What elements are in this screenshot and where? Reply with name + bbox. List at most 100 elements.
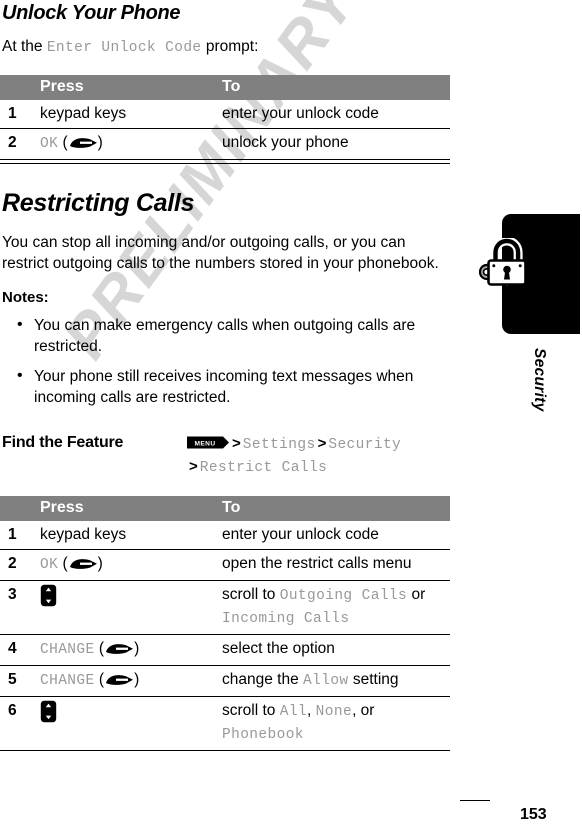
step-to: enter your unlock code: [222, 526, 379, 543]
th-to: To: [216, 496, 450, 521]
table-row: 5 CHANGE () change the Allow setting: [0, 665, 450, 697]
step-press: CHANGE (): [34, 665, 216, 697]
softkey-paren-open: (: [58, 134, 68, 151]
note-text: You can make emergency calls when outgoi…: [34, 317, 416, 355]
bullet-icon: •: [17, 316, 23, 333]
path-item-settings: Settings: [242, 437, 316, 453]
path-item-security: Security: [328, 437, 402, 453]
table-row: 3 scroll to Outgoing Calls or Incoming C…: [0, 580, 450, 635]
list-item: • You can make emergency calls when outgo…: [0, 315, 452, 357]
step-press: keypad keys: [40, 105, 127, 122]
step-number: 3: [0, 580, 34, 635]
step-to: select the option: [216, 634, 450, 666]
unlock-steps-table: Press To 1 keypad keys enter your unlock…: [0, 75, 450, 159]
restrict-steps-table: Press To 1 keypad keys enter your unlock…: [0, 496, 450, 750]
softkey-paren-close: ): [134, 640, 140, 657]
step-to-prefix: scroll to: [222, 586, 280, 603]
menu-key-icon[interactable]: MENU: [187, 435, 229, 450]
softkey-arrow-icon: [68, 136, 98, 150]
path-separator-3: >: [189, 458, 198, 475]
section-title-unlock: Unlock Your Phone: [2, 2, 181, 24]
softkey-label: OK: [40, 136, 59, 152]
softkey-paren-open: (: [94, 640, 105, 657]
softkey-paren-open: (: [94, 671, 105, 688]
step-number: 6: [0, 696, 34, 750]
find-the-feature: Find the Feature MENU > Settings > Security >…: [0, 432, 452, 479]
step-press: CHANGE (): [34, 634, 216, 666]
step-to-prefix: scroll to: [222, 702, 280, 719]
section-title-restricting-calls: Restricting Calls: [2, 189, 195, 217]
softkey-arrow-icon: [104, 673, 134, 687]
step-to-suffix: setting: [348, 671, 399, 688]
th-to: To: [216, 75, 450, 100]
restrict-table-bottom-rule: [0, 750, 450, 751]
step-to: scroll to All, None, or Phonebook: [216, 696, 450, 750]
svg-text:MENU: MENU: [194, 441, 215, 448]
step-press: OK (): [34, 128, 216, 159]
unlock-intro-prompt: Enter Unlock Code: [46, 40, 202, 56]
th-number: [0, 75, 34, 100]
step-number: 2: [0, 549, 34, 581]
softkey-paren-close: ): [134, 671, 140, 688]
list-item: • Your phone still receives incoming text…: [0, 366, 452, 408]
sidebar-chapter-label: Security: [531, 348, 548, 412]
softkey-paren-open: (: [58, 555, 68, 572]
step-to: scroll to Outgoing Calls or Incoming Cal…: [216, 580, 450, 635]
step-number: 1: [8, 105, 17, 122]
th-press: Press: [34, 496, 216, 521]
th-number: [0, 496, 34, 521]
softkey-label: CHANGE: [40, 673, 95, 689]
step-number: 5: [0, 665, 34, 697]
step-to-value-2: None: [315, 704, 353, 720]
path-separator-1: >: [232, 435, 241, 452]
step-to: open the restrict calls menu: [216, 549, 450, 581]
softkey-label: CHANGE: [40, 642, 95, 658]
softkey-arrow-icon: [68, 557, 98, 571]
step-to: enter your unlock code: [222, 105, 379, 122]
scroll-up-down-key-icon: [40, 700, 57, 723]
table-row: 2 OK () open the restrict calls menu: [0, 549, 450, 581]
step-to-prefix: change the: [222, 671, 304, 688]
padlock-key-icon: [477, 236, 539, 300]
chapter-sidebar: Security 153: [460, 0, 582, 837]
step-to-value-1: Outgoing Calls: [279, 588, 408, 604]
notes-list: • You can make emergency calls when outgo…: [0, 315, 452, 408]
page-number: 153: [520, 806, 547, 823]
step-press: [34, 696, 216, 750]
path-separator-2: >: [317, 435, 327, 452]
step-to-mid-2: , or: [352, 702, 375, 719]
find-the-feature-label: Find the Feature: [2, 434, 124, 451]
table-row: 2 OK () unlock your phone: [0, 128, 450, 159]
step-to-value-1: Allow: [303, 673, 349, 689]
table-header-row: Press To: [0, 75, 450, 100]
notes-label: Notes:: [2, 289, 49, 306]
page-footer-rule: [460, 800, 490, 801]
step-to-mid: or: [407, 586, 426, 603]
path-item-restrict-calls: Restrict Calls: [199, 460, 328, 476]
bullet-icon: •: [17, 367, 23, 384]
step-to-value-1: All: [279, 704, 308, 720]
restricting-calls-body: You can stop all incoming and/or outgoin…: [2, 234, 439, 272]
softkey-paren-close: ): [97, 134, 103, 151]
step-number: 4: [0, 634, 34, 666]
step-press: [34, 580, 216, 635]
step-press: keypad keys: [40, 526, 127, 543]
table-row: 1 keypad keys enter your unlock code: [0, 521, 450, 550]
softkey-arrow-icon: [104, 642, 134, 656]
step-to-mid: ,: [307, 702, 316, 719]
step-number: 2: [0, 128, 34, 159]
th-press: Press: [34, 75, 216, 100]
table-row: 6 scroll to All, None, or Phonebook: [0, 696, 450, 750]
unlock-intro-after: prompt:: [201, 38, 259, 55]
step-to-value-3: Phonebook: [222, 727, 304, 743]
step-to: unlock your phone: [216, 128, 450, 159]
find-the-feature-path: MENU > Settings > Security > Restrict Calls: [187, 432, 452, 479]
step-press: OK (): [34, 549, 216, 581]
scroll-up-down-key-icon: [40, 584, 57, 607]
unlock-intro: At the Enter Unlock Code prompt:: [0, 25, 452, 59]
table-header-row: Press To: [0, 496, 450, 521]
step-to: change the Allow setting: [216, 665, 450, 697]
step-number: 1: [8, 526, 17, 543]
page-content: Unlock Your Phone At the Enter Unlock Co…: [0, 0, 452, 751]
unlock-intro-before: At the: [2, 38, 47, 55]
